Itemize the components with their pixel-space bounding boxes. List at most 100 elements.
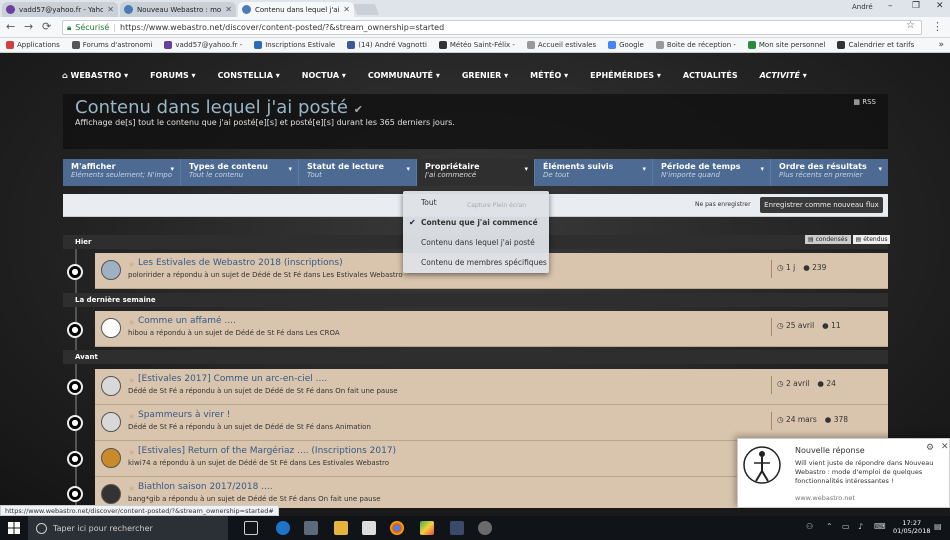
item-subtitle: hibou a répondu à un sujet de Dédé de St…: [128, 329, 340, 337]
item-title-link[interactable]: Biathlon saison 2017/2018 ....: [138, 482, 273, 492]
star-icon[interactable]: ★: [128, 260, 135, 269]
filter-proprietaire[interactable]: Propriétaire J'ai commencé ▾: [417, 159, 536, 186]
item-title-link[interactable]: [Estivales 2017] Comme un arc-en-ciel ..…: [138, 374, 327, 384]
bookmark-item[interactable]: (14) André Vagnotti: [347, 41, 427, 49]
windows-start-icon[interactable]: [8, 522, 20, 534]
cortana-circle-icon: [36, 522, 47, 534]
browser-tab[interactable]: vadd57@yahoo.fr - Yaho ✕: [2, 2, 118, 17]
reload-icon[interactable]: ⟳: [42, 20, 51, 33]
item-meta: ◷ 25 avril ● 11: [777, 321, 841, 330]
dropdown-option-poste[interactable]: Contenu dans lequel j'ai posté: [421, 238, 535, 247]
menu-kebab-icon[interactable]: ⋮: [932, 20, 943, 33]
new-tab-button[interactable]: [352, 4, 380, 15]
store-icon[interactable]: [304, 521, 318, 535]
app-icon[interactable]: [450, 521, 464, 535]
close-tab-icon[interactable]: ✕: [107, 5, 114, 14]
star-icon[interactable]: ★: [128, 448, 135, 457]
browser-tab-active[interactable]: Contenu dans lequel j'ai ✕: [238, 2, 354, 17]
bookmark-item[interactable]: Google: [608, 41, 644, 49]
nav-constellia[interactable]: CONSTELLIA ▾: [218, 71, 280, 80]
url-input[interactable]: 🔒︎ Sécurisé | https://www.webastro.net/d…: [62, 20, 922, 35]
item-title-link[interactable]: Comme un affamé ....: [138, 316, 236, 326]
filter-periode[interactable]: Période de temps N'importe quand ▾: [653, 159, 772, 186]
mail-icon[interactable]: [362, 521, 376, 535]
people-icon[interactable]: ⚇: [806, 522, 813, 531]
keyboard-icon[interactable]: ⌨: [874, 522, 886, 531]
tray-chevron-icon[interactable]: ⌃: [826, 522, 833, 531]
item-title-link[interactable]: Les Estivales de Webastro 2018 (inscript…: [138, 258, 343, 268]
nav-grenier[interactable]: GRENIER ▾: [462, 71, 508, 80]
dropdown-option-tout[interactable]: Tout: [421, 198, 437, 207]
clock-icon: ◷: [777, 415, 786, 424]
bookmarks-bar: Applications Forums d'astronomi vadd57@y…: [0, 38, 950, 53]
close-tab-icon[interactable]: ✕: [225, 5, 232, 14]
notification-center-icon[interactable]: ▤: [934, 522, 942, 531]
filter-ordre[interactable]: Ordre des résultats Plus récents en premi…: [771, 159, 888, 186]
filter-elements-suivis[interactable]: Éléments suivis De tout ▾: [535, 159, 654, 186]
close-tab-icon[interactable]: ✕: [343, 5, 350, 14]
chrome-icon[interactable]: [390, 521, 404, 535]
taskbar-search-input[interactable]: Taper ici pour rechercher: [28, 516, 228, 540]
section-bar: [63, 350, 888, 364]
bookmark-item[interactable]: Mon site personnel: [747, 41, 825, 49]
nav-forums[interactable]: FORUMS ▾: [150, 71, 195, 80]
star-icon[interactable]: ★: [128, 318, 135, 327]
list-item[interactable]: ★ [Estivales 2017] Comme un arc-en-ciel …: [95, 369, 888, 405]
divider: [771, 412, 772, 430]
taskbar-clock[interactable]: 17:27 01/05/2018: [893, 519, 930, 535]
star-icon[interactable]: ★: [128, 376, 135, 385]
filter-types-contenu[interactable]: Types de contenu Tout le contenu ▾: [181, 159, 300, 186]
list-item[interactable]: ★ Spammeurs à virer ! Dédé de St Fé a ré…: [95, 405, 888, 441]
star-icon[interactable]: ★: [128, 412, 135, 421]
bookmark-item[interactable]: Applications: [6, 41, 60, 49]
bookmark-item[interactable]: Boite de réception -: [655, 41, 736, 49]
close-window-button[interactable]: ✕: [936, 1, 944, 11]
more-bookmarks-icon[interactable]: »: [938, 40, 944, 50]
file-explorer-icon[interactable]: [334, 521, 348, 535]
list-item[interactable]: ★ Comme un affamé .... hibou a répondu à…: [95, 311, 888, 347]
task-view-icon[interactable]: [244, 521, 258, 535]
save-stream-button[interactable]: Enregistrer comme nouveau flux: [760, 197, 883, 213]
network-icon[interactable]: ▭: [842, 522, 850, 531]
bookmark-star-icon[interactable]: ☆: [906, 20, 915, 31]
forward-arrow-icon[interactable]: →: [24, 20, 33, 33]
notification-toast[interactable]: Nouvelle réponse Will vient juste de rép…: [737, 438, 950, 508]
chevron-down-icon: ▾: [406, 165, 411, 173]
view-condensed-button[interactable]: ▤ condensés: [805, 235, 851, 244]
nav-communaute[interactable]: COMMUNAUTÉ ▾: [368, 71, 440, 80]
view-expanded-button[interactable]: ▤ étendus: [852, 235, 891, 244]
nav-activite[interactable]: ACTIVITÉ ▾: [760, 71, 807, 80]
rss-link[interactable]: ▦ RSS: [853, 98, 876, 106]
nav-noctua[interactable]: NOCTUA ▾: [302, 71, 346, 80]
minimize-button[interactable]: –: [888, 1, 893, 11]
bookmark-item[interactable]: Accueil estivales: [526, 41, 596, 49]
dropdown-option-commence[interactable]: Contenu que j'ai commencé: [421, 218, 538, 227]
edge-icon[interactable]: [276, 521, 290, 535]
browser-tab[interactable]: Nouveau Webastro : mo ✕: [120, 2, 236, 17]
bookmark-item[interactable]: Inscriptions Estivale: [254, 41, 335, 49]
close-icon[interactable]: ✕: [941, 442, 949, 452]
nav-ephemerides[interactable]: EPHÉMÉRIDES ▾: [590, 71, 661, 80]
dont-save-link[interactable]: Ne pas enregistrer: [695, 201, 751, 208]
bookmark-item[interactable]: vadd57@yahoo.fr -: [164, 41, 242, 49]
page-icon: [254, 41, 263, 49]
nav-meteo[interactable]: MÉTÉO ▾: [530, 71, 568, 80]
bookmark-item[interactable]: Calendrier et tarifs: [837, 41, 914, 49]
item-title-link[interactable]: [Estivales] Return of the Margériaz ....…: [138, 446, 396, 456]
section-label-hier: Hier: [75, 238, 92, 246]
bookmark-item[interactable]: Météo Saint-Félix -: [438, 41, 515, 49]
volume-icon[interactable]: ♪: [858, 522, 863, 531]
gear-icon[interactable]: ⚙: [926, 443, 934, 453]
filter-mafficher[interactable]: M'afficher Éléments seulement; N'impo ▾: [63, 159, 182, 186]
dropdown-option-membres[interactable]: Contenu de membres spécifiques: [421, 258, 547, 267]
back-arrow-icon[interactable]: ←: [6, 20, 15, 33]
bookmark-item[interactable]: Forums d'astronomi: [71, 41, 152, 49]
nav-webastro[interactable]: ⌂ WEBASTRO ▾: [62, 71, 128, 80]
maximize-button[interactable]: ❐: [912, 1, 920, 11]
item-title-link[interactable]: Spammeurs à virer !: [138, 410, 230, 420]
star-icon[interactable]: ★: [128, 484, 135, 493]
filter-statut-lecture[interactable]: Statut de lecture Tout ▾: [299, 159, 418, 186]
app-icon[interactable]: [478, 521, 492, 535]
photos-icon[interactable]: [420, 521, 434, 535]
nav-actualites[interactable]: ACTUALITÉS: [683, 71, 738, 80]
